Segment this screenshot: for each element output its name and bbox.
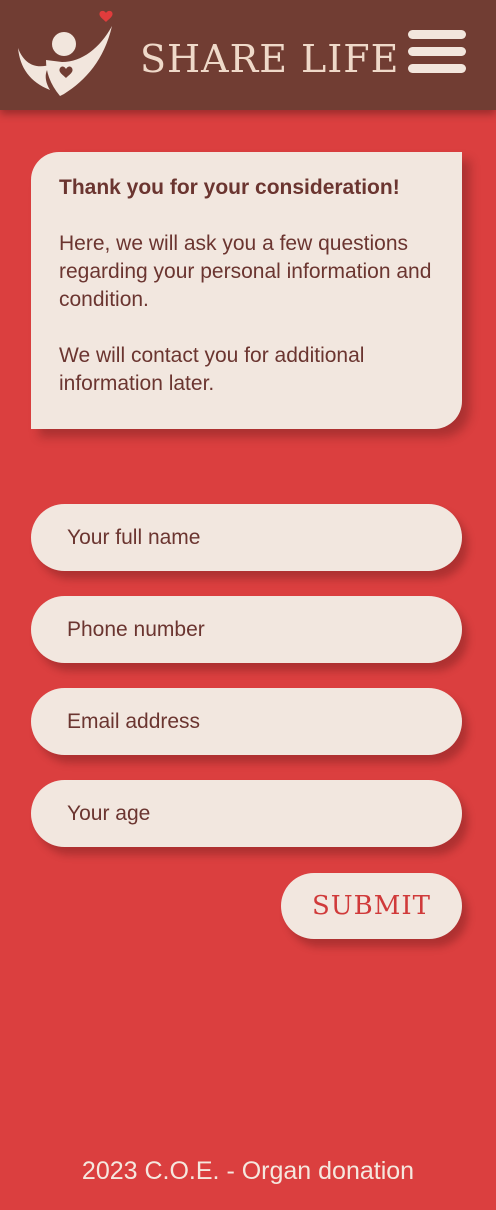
age-field[interactable]	[31, 780, 462, 847]
menu-bar	[408, 30, 466, 39]
hamburger-menu-icon[interactable]	[408, 30, 468, 74]
email-input[interactable]	[67, 688, 462, 755]
phone-input[interactable]	[67, 596, 462, 663]
email-field[interactable]	[31, 688, 462, 755]
intro-card: Thank you for your consideration! Here, …	[31, 152, 462, 429]
full-name-input[interactable]	[67, 504, 462, 571]
submit-button[interactable]: SUBMIT	[281, 873, 462, 939]
menu-bar	[408, 64, 466, 73]
intro-paragraph: Here, we will ask you a few questions re…	[59, 232, 432, 311]
intro-lead: Thank you for your consideration!	[59, 176, 400, 199]
person-heart-logo-icon[interactable]	[16, 8, 120, 100]
brand-title[interactable]: SHARE LIFE	[140, 34, 399, 84]
age-input[interactable]	[67, 780, 462, 847]
phone-field[interactable]	[31, 596, 462, 663]
app-header: SHARE LIFE	[0, 0, 496, 110]
footer-text: 2023 C.O.E. - Organ donation	[81, 1157, 415, 1185]
full-name-field[interactable]	[31, 504, 462, 571]
intro-paragraph: We will contact you for additional infor…	[59, 344, 365, 395]
menu-bar	[408, 47, 466, 56]
